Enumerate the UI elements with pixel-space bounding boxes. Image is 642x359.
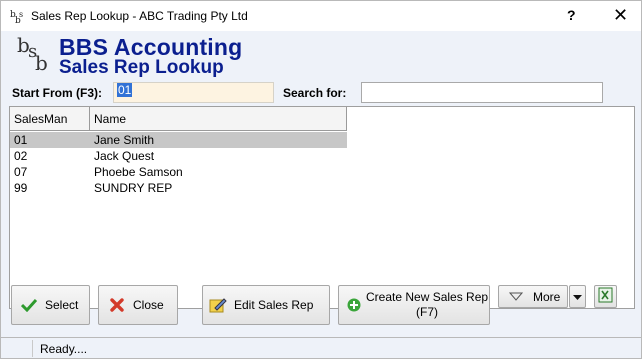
- excel-export-icon: [598, 287, 614, 306]
- start-from-label: Start From (F3):: [12, 86, 102, 100]
- edit-pencil-icon: [209, 296, 227, 314]
- window-title: Sales Rep Lookup - ABC Trading Pty Ltd: [31, 9, 248, 23]
- svg-text:b: b: [35, 51, 48, 73]
- create-sales-rep-button[interactable]: Create New Sales Rep (F7): [338, 285, 490, 325]
- start-from-value: 01: [117, 83, 133, 97]
- status-cell-empty: [3, 340, 33, 357]
- column-header-name[interactable]: Name: [91, 107, 346, 130]
- table-header: SalesMan Name: [10, 107, 347, 131]
- create-sales-rep-label: Create New Sales Rep: [366, 290, 489, 304]
- close-x-icon: [108, 296, 126, 314]
- table-row[interactable]: 99 SUNDRY REP: [10, 180, 347, 196]
- row-name: Phoebe Samson: [94, 165, 183, 179]
- more-dropdown-button[interactable]: [569, 285, 586, 308]
- chevron-down-icon: [573, 290, 582, 304]
- svg-text:s: s: [19, 10, 23, 19]
- table-row[interactable]: 07 Phoebe Samson: [10, 164, 347, 180]
- start-from-input[interactable]: 01: [113, 82, 274, 103]
- row-code: 02: [14, 149, 28, 163]
- more-button[interactable]: More: [498, 285, 568, 308]
- export-excel-button[interactable]: [594, 285, 617, 308]
- row-name: Jane Smith: [94, 133, 155, 147]
- search-input[interactable]: [361, 82, 603, 103]
- more-label: More: [533, 289, 561, 304]
- search-label: Search for:: [283, 86, 347, 100]
- sales-rep-table[interactable]: SalesMan Name 01 Jane Smith 02 Jack Ques…: [9, 106, 635, 309]
- status-bar: Ready....: [0, 337, 642, 359]
- bbs-logo-icon: b b s: [10, 10, 23, 24]
- title-bar: b b s Sales Rep Lookup - ABC Trading Pty…: [0, 0, 642, 31]
- close-label: Close: [133, 298, 164, 312]
- edit-sales-rep-label: Edit Sales Rep: [234, 298, 314, 312]
- add-plus-icon: [345, 296, 363, 314]
- close-button[interactable]: Close: [98, 285, 178, 325]
- status-text: Ready....: [40, 342, 88, 356]
- close-window-button[interactable]: ✕: [613, 5, 628, 26]
- create-sales-rep-shortcut: (F7): [416, 305, 439, 319]
- dialog-body: b s b BBS Accounting Sales Rep Lookup St…: [0, 31, 642, 337]
- row-code: 99: [14, 181, 28, 195]
- edit-sales-rep-button[interactable]: Edit Sales Rep: [202, 285, 330, 325]
- table-row[interactable]: 01 Jane Smith: [10, 132, 347, 148]
- row-code: 07: [14, 165, 28, 179]
- triangle-down-icon: [507, 288, 525, 306]
- checkmark-icon: [20, 296, 38, 314]
- row-code: 01: [14, 133, 28, 147]
- row-name: SUNDRY REP: [94, 181, 173, 195]
- table-row[interactable]: 02 Jack Quest: [10, 148, 347, 164]
- page-title: Sales Rep Lookup: [59, 57, 224, 78]
- help-button[interactable]: ?: [567, 7, 576, 23]
- row-name: Jack Quest: [94, 149, 155, 163]
- column-header-salesman[interactable]: SalesMan: [10, 107, 90, 130]
- select-label: Select: [45, 298, 79, 312]
- select-button[interactable]: Select: [11, 285, 90, 325]
- bbs-logo-icon: b s b: [17, 35, 48, 73]
